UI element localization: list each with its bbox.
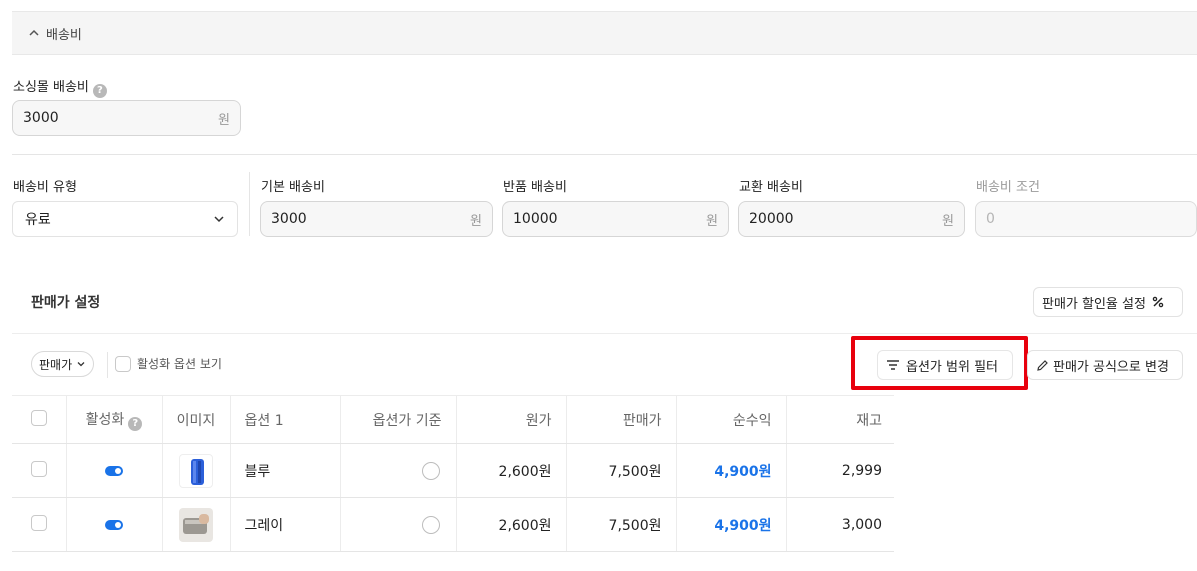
active-cell <box>65 497 162 552</box>
accordion-title: 배송비 <box>46 27 82 43</box>
price-cell: 7,500원 <box>565 497 676 552</box>
image-cell <box>161 443 230 498</box>
stock-cell: 3,000 <box>785 497 894 552</box>
chevron-up-icon <box>29 29 39 36</box>
price-cell: 7,500원 <box>565 443 676 498</box>
return-shipping-label: 반품 배송비 <box>503 180 567 195</box>
unit-label: 원 <box>706 213 718 229</box>
discount-rate-button[interactable]: 판매가 할인율 설정 <box>1033 287 1183 317</box>
exchange-shipping-label: 교환 배송비 <box>739 180 803 195</box>
price-settings-title: 판매가 설정 <box>31 295 101 311</box>
chevron-down-icon <box>214 216 224 223</box>
header-stock: 재고 <box>785 395 894 444</box>
price-type-select[interactable]: 판매가 <box>31 351 95 377</box>
header-option-base: 옵션가 기준 <box>339 395 456 444</box>
show-inactive-option[interactable]: 활성화 옵션 보기 <box>115 355 222 372</box>
exchange-shipping-value: 20000 <box>749 211 794 227</box>
mall-shipping-label: 소싱몰 배송비? <box>13 76 107 98</box>
option-base-radio[interactable] <box>421 515 440 534</box>
shipping-type-value: 유료 <box>25 212 51 228</box>
option-name-cell: 그레이 <box>229 497 340 552</box>
shipping-condition-label: 배송비 조건 <box>976 180 1040 195</box>
chevron-down-icon <box>77 362 85 367</box>
header-profit: 순수익 <box>675 395 786 444</box>
help-icon[interactable]: ? <box>92 84 107 98</box>
active-toggle[interactable] <box>105 519 123 530</box>
stock-cell: 2,999 <box>785 443 894 498</box>
cost-cell: 2,600원 <box>455 443 566 498</box>
row-checkbox[interactable] <box>30 460 47 477</box>
table-row: 그레이 2,600원 7,500원 4,900원 3,000 <box>12 497 894 552</box>
image-cell <box>161 497 230 552</box>
divider <box>12 154 1197 155</box>
divider-vertical <box>249 172 250 236</box>
cost-cell: 2,600원 <box>455 497 566 552</box>
unit-label: 원 <box>942 213 954 229</box>
shipping-type-label: 배송비 유형 <box>13 180 77 195</box>
return-shipping-value: 10000 <box>513 211 558 227</box>
row-checkbox[interactable] <box>30 514 47 531</box>
base-shipping-input[interactable]: 3000 원 <box>260 201 493 237</box>
shipping-accordion-header[interactable]: 배송비 <box>12 11 1197 55</box>
base-shipping-value: 3000 <box>271 211 307 227</box>
unit-label: 원 <box>470 213 482 229</box>
return-shipping-input[interactable]: 10000 원 <box>502 201 729 237</box>
option-base-cell <box>339 497 456 552</box>
mall-shipping-value: 3000 <box>23 110 59 126</box>
mall-shipping-input[interactable]: 3000 원 <box>12 100 241 136</box>
header-price: 판매가 <box>565 395 676 444</box>
help-icon[interactable]: ? <box>128 416 143 431</box>
profit-cell: 4,900원 <box>675 443 786 498</box>
row-select-cell <box>12 443 66 498</box>
option-price-table: 활성화? 이미지 옵션 1 옵션가 기준 원가 판매가 순수익 재고 블루 2,… <box>12 395 894 552</box>
table-row: 블루 2,600원 7,500원 4,900원 2,999 <box>12 443 894 498</box>
row-select-cell <box>12 497 66 552</box>
exchange-shipping-input[interactable]: 20000 원 <box>738 201 965 237</box>
active-toggle[interactable] <box>105 465 123 476</box>
header-active: 활성화? <box>65 395 162 444</box>
header-option1: 옵션 1 <box>229 395 340 444</box>
divider <box>12 333 1197 334</box>
product-thumbnail <box>179 507 213 542</box>
table-header-row: 활성화? 이미지 옵션 1 옵션가 기준 원가 판매가 순수익 재고 <box>12 395 894 444</box>
divider-vertical <box>107 352 108 378</box>
option-base-cell <box>339 443 456 498</box>
price-formula-button[interactable]: 판매가 공식으로 변경 <box>1027 350 1183 380</box>
product-thumbnail <box>179 453 213 488</box>
shipping-type-select[interactable]: 유료 <box>12 201 238 237</box>
show-inactive-checkbox[interactable] <box>115 355 131 372</box>
shipping-condition-placeholder: 0 <box>986 211 995 227</box>
option-name-cell: 블루 <box>229 443 340 498</box>
percent-icon <box>1152 296 1164 308</box>
highlight-box <box>851 336 1028 390</box>
select-all-checkbox[interactable] <box>30 409 47 426</box>
active-cell <box>65 443 162 498</box>
profit-cell: 4,900원 <box>675 497 786 552</box>
base-shipping-label: 기본 배송비 <box>261 180 325 195</box>
header-cost: 원가 <box>455 395 566 444</box>
header-image: 이미지 <box>161 395 230 444</box>
shipping-condition-input[interactable]: 0 <box>975 201 1197 237</box>
unit-label: 원 <box>218 112 230 128</box>
option-base-radio[interactable] <box>421 461 440 480</box>
pencil-icon <box>1037 359 1048 371</box>
header-select-all <box>12 395 66 444</box>
